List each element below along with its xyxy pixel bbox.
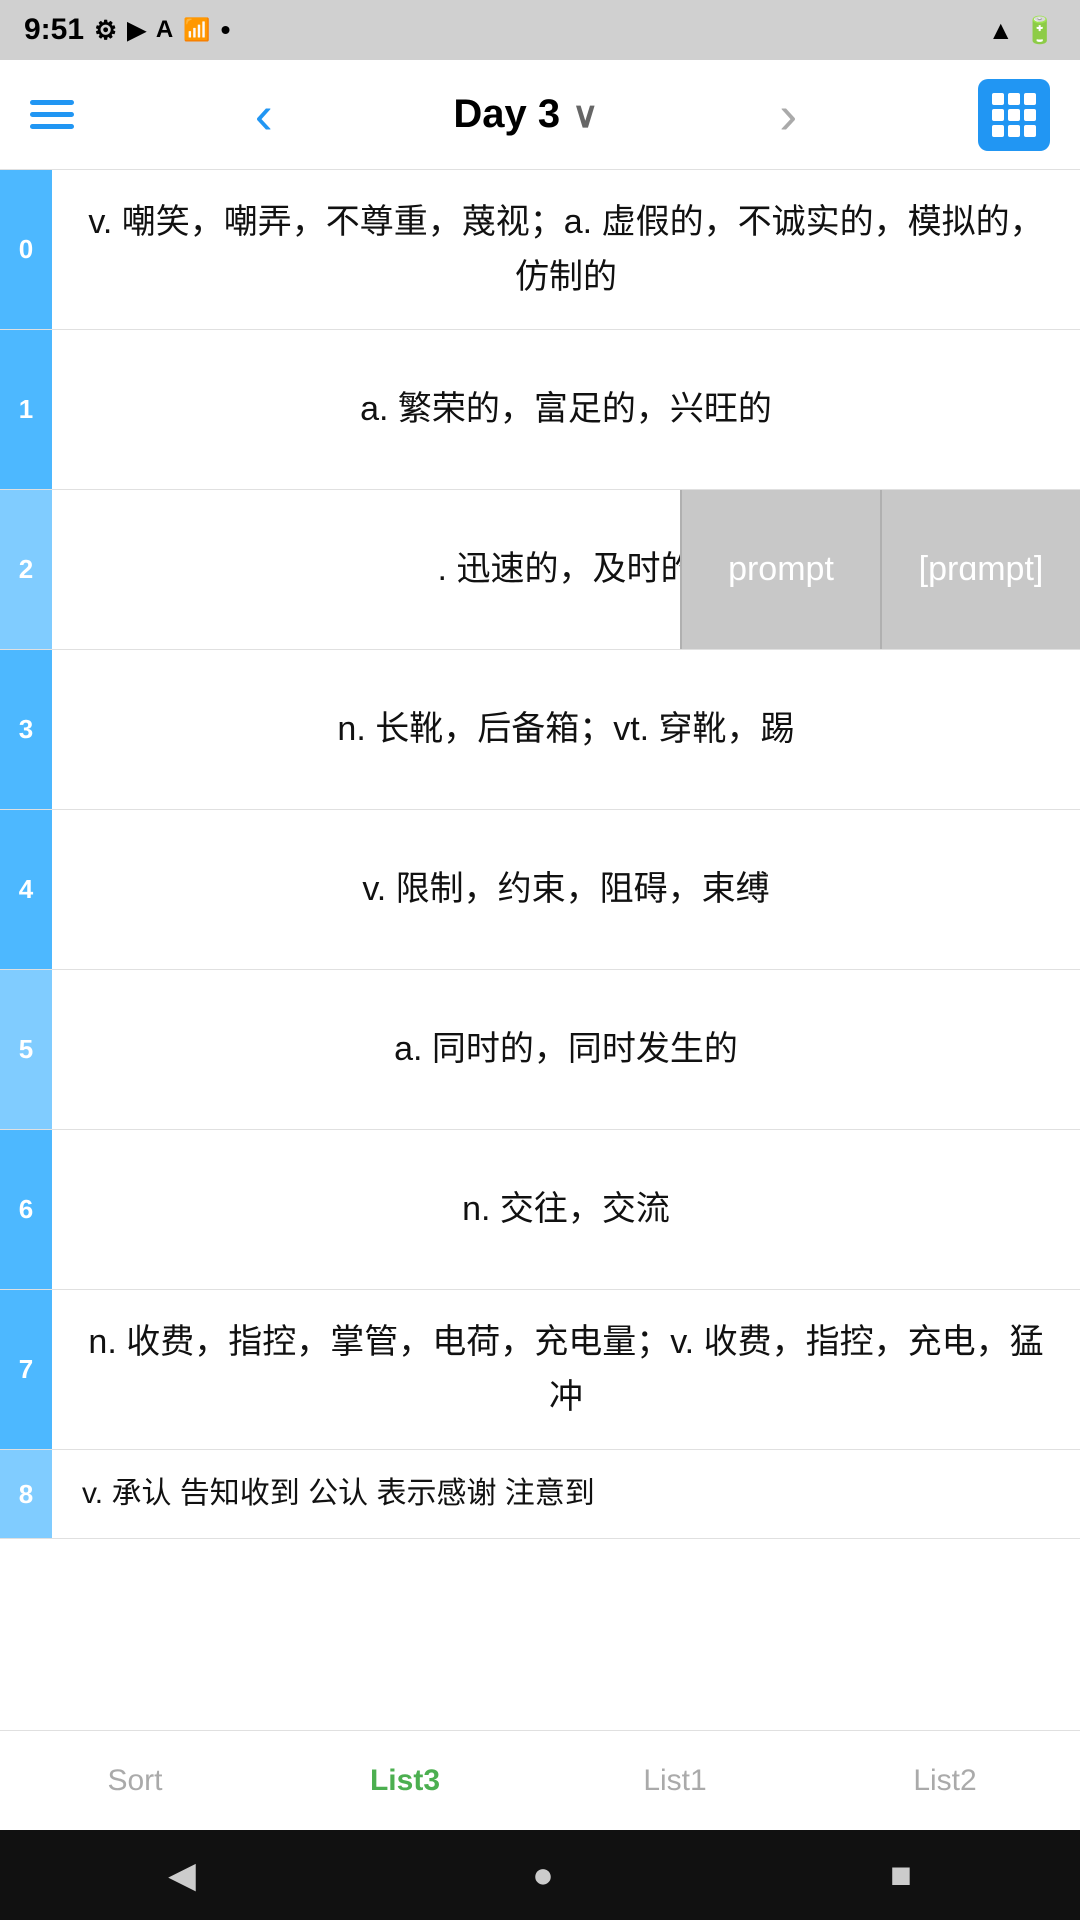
menu-button[interactable]	[30, 100, 74, 129]
row-index: 5	[0, 970, 52, 1129]
back-button[interactable]: ‹	[255, 84, 273, 146]
word-row[interactable]: 4 v. 限制，约束，阻碍，束缚	[0, 810, 1080, 970]
grid-view-button[interactable]	[978, 79, 1050, 151]
gear-icon: ⚙	[94, 15, 117, 46]
word-row[interactable]: 3 n. 长靴，后备箱；vt. 穿靴，踢	[0, 650, 1080, 810]
word-definition: v. 嘲笑，嘲弄，不尊重，蔑视；a. 虚假的，不诚实的，模拟的，仿制的	[52, 170, 1080, 329]
tab-list1[interactable]: List1	[540, 1731, 810, 1830]
home-nav-icon: ●	[532, 1854, 554, 1895]
word-definition: v. 限制，约束，阻碍，束缚	[52, 810, 1080, 969]
recent-nav-icon: ■	[890, 1854, 912, 1895]
forward-button[interactable]: ›	[779, 84, 797, 146]
row-index: 1	[0, 330, 52, 489]
bottom-tab-bar: Sort List3 List1 List2	[0, 1730, 1080, 1830]
word-definition: n. 交往，交流	[52, 1130, 1080, 1289]
status-right: ▲ 🔋	[988, 15, 1056, 46]
word-definition: v. 承认 告知收到 公认 表示感谢 注意到	[52, 1450, 1080, 1538]
word-definition: n. 收费，指控，掌管，电荷，充电量；v. 收费，指控，充电，猛冲	[52, 1290, 1080, 1449]
word-row[interactable]: 6 n. 交往，交流	[0, 1130, 1080, 1290]
grid-icon	[992, 93, 1036, 137]
row-index: 0	[0, 170, 52, 329]
nav-title[interactable]: Day 3 ∨	[453, 92, 598, 137]
row-index: 7	[0, 1290, 52, 1449]
word-list: 0 v. 嘲笑，嘲弄，不尊重，蔑视；a. 虚假的，不诚实的，模拟的，仿制的 1 …	[0, 170, 1080, 1539]
forward-arrow-icon: ›	[779, 84, 797, 146]
wifi-icon: 📶	[183, 17, 210, 43]
popup-word: prompt	[680, 490, 880, 649]
popup-phonetic: [prɑmpt]	[880, 490, 1080, 649]
tab-list3[interactable]: List3	[270, 1731, 540, 1830]
tab-list2[interactable]: List2	[810, 1731, 1080, 1830]
word-row[interactable]: 5 a. 同时的，同时发生的	[0, 970, 1080, 1130]
tab-sort-label: Sort	[107, 1764, 162, 1798]
word-row[interactable]: 7 n. 收费，指控，掌管，电荷，充电量；v. 收费，指控，充电，猛冲	[0, 1290, 1080, 1450]
row-index: 6	[0, 1130, 52, 1289]
sys-nav: ◀ ● ■	[0, 1830, 1080, 1920]
status-time: 9:51	[24, 13, 84, 47]
nav-bar: ‹ Day 3 ∨ ›	[0, 60, 1080, 170]
back-arrow-icon: ‹	[255, 84, 273, 146]
word-definition: n. 长靴，后备箱；vt. 穿靴，踢	[52, 650, 1080, 809]
word-row[interactable]: 1 a. 繁荣的，富足的，兴旺的	[0, 330, 1080, 490]
play-icon: ▶	[127, 16, 145, 45]
tab-list1-label: List1	[643, 1764, 706, 1798]
a-icon: A	[156, 16, 173, 44]
chevron-down-icon: ∨	[572, 94, 598, 136]
signal-icon: ▲	[988, 15, 1014, 46]
hamburger-icon	[30, 100, 74, 129]
back-nav-button[interactable]: ◀	[148, 1844, 216, 1906]
word-definition: a. 繁荣的，富足的，兴旺的	[52, 330, 1080, 489]
recent-nav-button[interactable]: ■	[870, 1844, 932, 1906]
word-row-with-popup[interactable]: 2 . 迅速的，及时的 prompt [prɑmpt]	[0, 490, 1080, 650]
tab-list3-label: List3	[370, 1764, 440, 1798]
dot-icon: •	[221, 14, 231, 46]
row-index: 4	[0, 810, 52, 969]
row-index: 3	[0, 650, 52, 809]
home-nav-button[interactable]: ●	[512, 1844, 574, 1906]
popup-overlay: prompt [prɑmpt]	[680, 490, 1080, 649]
word-row[interactable]: 0 v. 嘲笑，嘲弄，不尊重，蔑视；a. 虚假的，不诚实的，模拟的，仿制的	[0, 170, 1080, 330]
tab-sort[interactable]: Sort	[0, 1731, 270, 1830]
row-index: 2	[0, 490, 52, 649]
status-bar: 9:51 ⚙ ▶ A 📶 • ▲ 🔋	[0, 0, 1080, 60]
tab-list2-label: List2	[913, 1764, 976, 1798]
battery-icon: 🔋	[1024, 15, 1056, 46]
word-definition: a. 同时的，同时发生的	[52, 970, 1080, 1129]
day-label: Day 3	[453, 92, 560, 137]
status-left: 9:51 ⚙ ▶ A 📶 •	[24, 13, 230, 47]
word-row-partial[interactable]: 8 v. 承认 告知收到 公认 表示感谢 注意到	[0, 1450, 1080, 1539]
row-index: 8	[0, 1450, 52, 1538]
back-nav-icon: ◀	[168, 1854, 196, 1895]
